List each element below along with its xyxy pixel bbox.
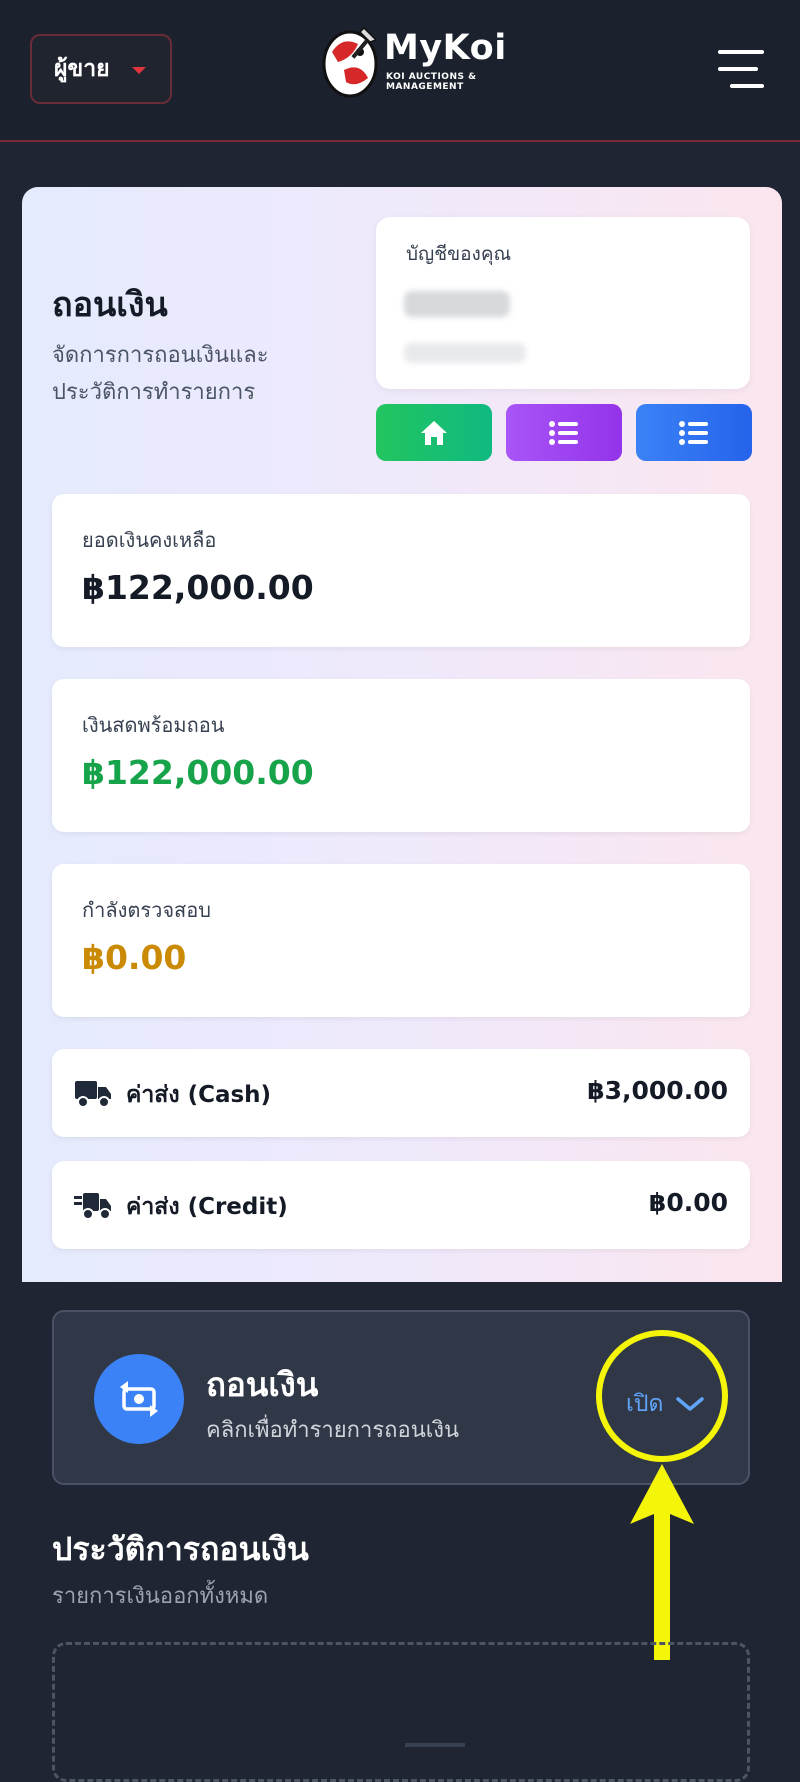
list-button-purple[interactable]: [506, 404, 622, 461]
role-select-value: ผู้ขาย: [54, 56, 110, 82]
stat-card-available: เงินสดพร้อมถอน ฿122,000.00: [52, 679, 750, 832]
role-select[interactable]: ผู้ขาย: [30, 34, 172, 104]
highlight-circle-annotation: [596, 1330, 728, 1462]
logo-tagline-line1: KOI AUCTIONS &: [386, 72, 477, 82]
arrow-up-annotation: [630, 1464, 694, 1660]
history-empty-state: [52, 1642, 750, 1782]
list-icon: [679, 420, 708, 445]
stat-value: ฿122,000.00: [82, 753, 314, 792]
account-card: บัญชีของคุณ: [376, 217, 750, 389]
fee-card-credit: ค่าส่ง (Credit) ฿0.00: [52, 1161, 750, 1249]
money-transfer-icon: [94, 1354, 184, 1444]
stat-card-pending: กำลังตรวจสอบ ฿0.00: [52, 864, 750, 1017]
truck-icon: [75, 1081, 111, 1108]
app-header: ผู้ขาย MyKoi KOI AUCTIONS & MANAGEMENT: [0, 0, 800, 142]
fee-label: ค่าส่ง (Cash): [126, 1082, 272, 1108]
fee-card-cash: ค่าส่ง (Cash) ฿3,000.00: [52, 1049, 750, 1137]
fast-truck-icon: [74, 1193, 111, 1220]
fee-label: ค่าส่ง (Credit): [126, 1194, 288, 1220]
account-number-redacted: [404, 291, 510, 317]
logo-name: MyKoi: [384, 28, 507, 68]
stat-card-balance: ยอดเงินคงเหลือ ฿122,000.00: [52, 494, 750, 647]
home-button[interactable]: [376, 404, 492, 461]
koi-fish-icon: [322, 26, 378, 98]
hamburger-icon[interactable]: [718, 50, 766, 90]
stat-value: ฿0.00: [82, 938, 187, 977]
caret-down-icon: [132, 67, 146, 74]
page-description: จัดการการถอนเงินและประวัติการทำรายการ: [52, 343, 269, 405]
withdraw-subtitle: คลิกเพื่อทำรายการถอนเงิน: [206, 1418, 460, 1443]
page-title: ถอนเงิน: [52, 285, 168, 325]
history-title: ประวัติการถอนเงิน: [52, 1530, 309, 1568]
stat-value: ฿122,000.00: [82, 568, 314, 607]
home-icon: [421, 420, 447, 445]
fee-value: ฿3,000.00: [587, 1076, 728, 1105]
list-icon: [549, 420, 578, 445]
logo-tagline-line2: MANAGEMENT: [386, 82, 464, 92]
list-button-blue[interactable]: [636, 404, 752, 461]
stat-label: เงินสดพร้อมถอน: [82, 713, 225, 737]
empty-state-placeholder: [405, 1743, 465, 1747]
stat-label: ยอดเงินคงเหลือ: [82, 528, 217, 552]
logo[interactable]: MyKoi KOI AUCTIONS & MANAGEMENT: [318, 22, 506, 108]
history-subtitle: รายการเงินออกทั้งหมด: [52, 1584, 269, 1609]
withdraw-title: ถอนเงิน: [206, 1365, 319, 1404]
fee-value: ฿0.00: [648, 1188, 728, 1217]
account-name-redacted: [404, 343, 526, 363]
account-label: บัญชีของคุณ: [406, 243, 512, 265]
balance-panel: ถอนเงิน จัดการการถอนเงินและประวัติการทำร…: [22, 187, 782, 1282]
logo-tagline: KOI AUCTIONS & MANAGEMENT: [386, 72, 476, 92]
stat-label: กำลังตรวจสอบ: [82, 898, 211, 922]
